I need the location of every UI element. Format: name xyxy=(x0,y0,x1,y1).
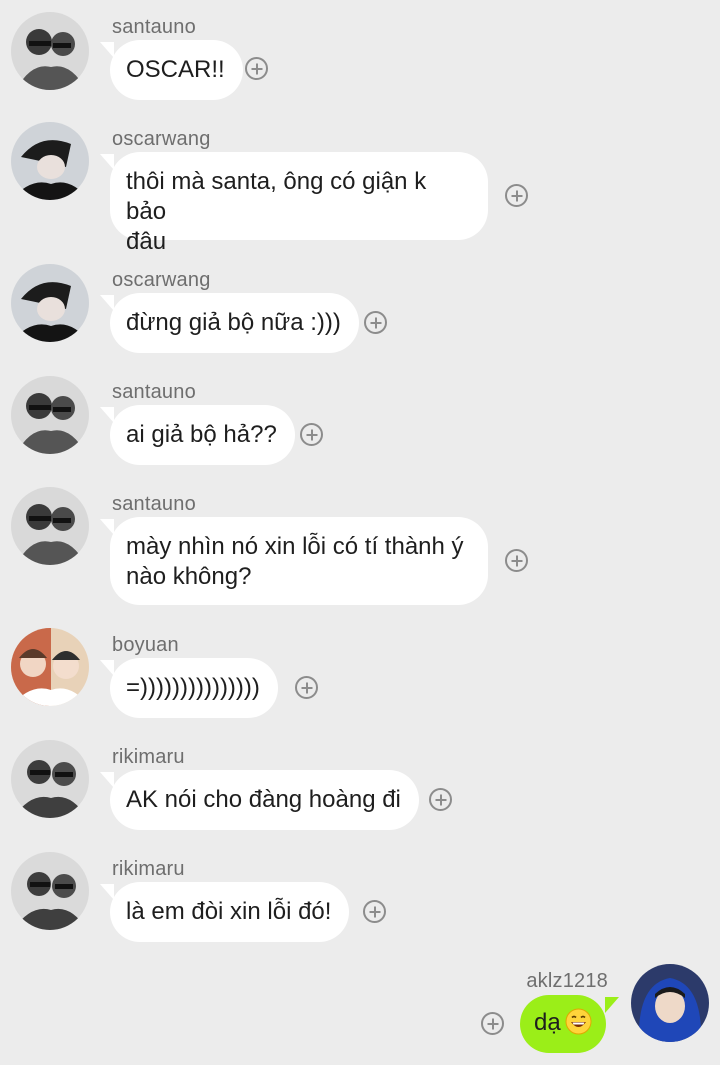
own-message-bubble[interactable]: dạ xyxy=(520,995,606,1053)
message-bubble[interactable]: thôi mà santa, ông có giận k bảo đâu xyxy=(110,152,488,255)
sender-name: oscarwang xyxy=(112,269,211,291)
add-reaction-icon[interactable] xyxy=(364,311,387,334)
own-message-text: dạ xyxy=(534,1009,561,1036)
message-bubble[interactable]: =))))))))))))))) xyxy=(110,658,278,718)
santauno-avatar[interactable] xyxy=(11,12,89,90)
oscarwang-avatar[interactable] xyxy=(11,264,89,342)
bubble-tail xyxy=(100,660,114,676)
grinning-face-emoji xyxy=(565,1008,592,1035)
santauno-avatar[interactable] xyxy=(11,487,89,565)
message-bubble[interactable]: AK nói cho đàng hoàng đi xyxy=(110,770,419,830)
add-reaction-icon[interactable] xyxy=(429,788,452,811)
sender-name: boyuan xyxy=(112,634,179,656)
sender-name: santauno xyxy=(112,16,196,38)
sender-name: oscarwang xyxy=(112,128,211,150)
message-bubble[interactable]: ai giả bộ hả?? xyxy=(110,405,295,465)
message-bubble[interactable]: là em đòi xin lỗi đó! xyxy=(110,882,350,942)
add-reaction-icon[interactable] xyxy=(363,900,386,923)
add-reaction-icon[interactable] xyxy=(245,57,268,80)
boyuan-avatar[interactable] xyxy=(11,628,89,706)
bubble-tail xyxy=(100,42,114,58)
aklz1218-avatar[interactable] xyxy=(631,964,709,1042)
add-reaction-icon[interactable] xyxy=(505,549,528,572)
add-reaction-icon[interactable] xyxy=(300,423,323,446)
santauno-avatar[interactable] xyxy=(11,376,89,454)
bubble-tail xyxy=(100,154,114,170)
sender-name: santauno xyxy=(112,381,196,403)
sender-name: rikimaru xyxy=(112,746,185,768)
add-reaction-icon[interactable] xyxy=(295,676,318,699)
add-reaction-icon[interactable] xyxy=(505,184,528,207)
message-bubble[interactable]: OSCAR!! xyxy=(110,40,243,100)
rikimaru-avatar[interactable] xyxy=(11,852,89,930)
oscarwang-avatar[interactable] xyxy=(11,122,89,200)
rikimaru-avatar[interactable] xyxy=(11,740,89,818)
bubble-tail xyxy=(100,772,114,788)
sender-name: santauno xyxy=(112,493,196,515)
bubble-tail xyxy=(100,295,114,311)
sender-name: rikimaru xyxy=(112,858,185,880)
bubble-tail xyxy=(100,519,114,535)
own-sender-name: aklz1218 xyxy=(526,970,608,992)
message-bubble[interactable]: mày nhìn nó xin lỗi có tí thành ý nào kh… xyxy=(110,517,488,605)
bubble-tail xyxy=(605,997,619,1013)
add-reaction-icon[interactable] xyxy=(481,1012,504,1035)
message-bubble[interactable]: đừng giả bộ nữa :))) xyxy=(110,293,359,353)
bubble-tail xyxy=(100,884,114,900)
bubble-tail xyxy=(100,407,114,423)
